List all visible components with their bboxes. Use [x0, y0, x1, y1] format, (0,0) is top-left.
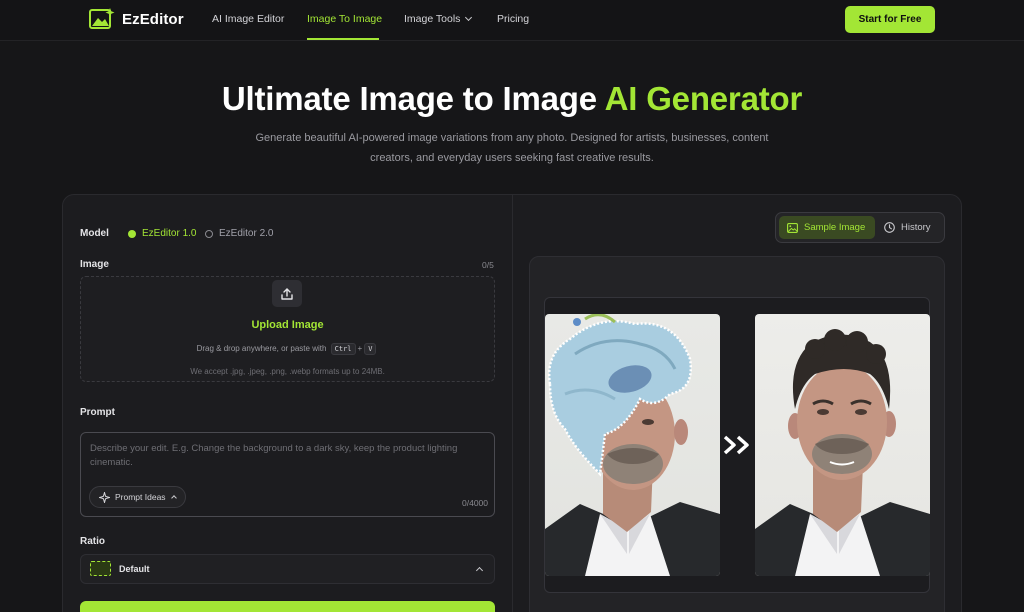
model-option-1[interactable]: EzEditor 1.0: [128, 228, 196, 239]
ratio-value: Default: [119, 564, 150, 574]
model-option-2-label: EzEditor 2.0: [219, 228, 274, 239]
upload-button[interactable]: [272, 280, 302, 307]
nav-ai-image-editor[interactable]: AI Image Editor: [212, 13, 284, 25]
tab-history-label: History: [901, 222, 931, 233]
sparkle-icon: [99, 491, 110, 503]
tab-sample-image-label: Sample Image: [804, 222, 866, 233]
upload-accept-note: We accept .jpg, .jpeg, .png, .webp forma…: [190, 367, 385, 376]
image-count: 0/5: [482, 260, 494, 270]
key-v: V: [364, 343, 377, 355]
brand-name: EzEditor: [122, 10, 184, 28]
prompt-placeholder: Describe your edit. E.g. Change the back…: [90, 443, 458, 468]
nav-pricing[interactable]: Pricing: [497, 13, 529, 25]
model-option-2[interactable]: EzEditor 2.0: [205, 228, 273, 239]
upload-hint-text: Drag & drop anywhere, or paste with: [196, 344, 327, 353]
nav-image-to-image[interactable]: Image To Image: [307, 13, 382, 25]
title-main: Ultimate Image to Image: [221, 80, 605, 117]
prompt-ideas-button[interactable]: Prompt Ideas: [89, 486, 186, 508]
page-title: Ultimate Image to Image AI Generator: [0, 80, 1024, 118]
sample-before-image: [545, 314, 720, 576]
upload-icon: [281, 287, 293, 300]
image-label: Image: [80, 259, 109, 270]
upload-hint: Drag & drop anywhere, or paste with Ctrl…: [80, 343, 495, 355]
key-ctrl: Ctrl: [330, 343, 356, 355]
model-label: Model: [80, 228, 109, 239]
panel-divider: [512, 195, 513, 612]
prompt-count: 0/4000: [462, 498, 488, 508]
brand-logo[interactable]: EzEditor: [89, 7, 184, 31]
chevron-up-icon: [170, 495, 177, 501]
chevron-down-icon: [465, 13, 473, 22]
radio-unselected-icon: [205, 229, 213, 238]
radio-selected-icon: [128, 229, 136, 238]
prompt-ideas-label: Prompt Ideas: [115, 492, 166, 502]
title-accent: AI Generator: [604, 80, 803, 117]
top-navbar: EzEditor AI Image Editor Image To Image …: [0, 0, 1024, 41]
image-sparkle-icon: [89, 8, 115, 29]
generate-button[interactable]: [80, 601, 495, 612]
nav-image-tools[interactable]: Image Tools: [404, 13, 473, 25]
nav-image-tools-label: Image Tools: [404, 13, 461, 25]
start-free-button[interactable]: Start for Free: [845, 6, 935, 33]
sample-after-image: [755, 314, 930, 576]
model-option-1-label: EzEditor 1.0: [142, 228, 197, 239]
double-chevron-right-icon: [723, 435, 749, 455]
dashed-rect-icon: [90, 561, 111, 576]
tab-history[interactable]: History: [884, 216, 931, 239]
key-plus: +: [357, 344, 363, 353]
prompt-label: Prompt: [80, 407, 115, 418]
tab-sample-image[interactable]: Sample Image: [779, 216, 875, 239]
ratio-label: Ratio: [80, 536, 105, 547]
clock-icon: [884, 222, 895, 233]
upload-title: Upload Image: [251, 319, 324, 331]
image-icon: [787, 222, 798, 233]
page-subtitle: Generate beautiful AI-powered image vari…: [255, 132, 769, 164]
active-nav-indicator: [307, 38, 379, 40]
